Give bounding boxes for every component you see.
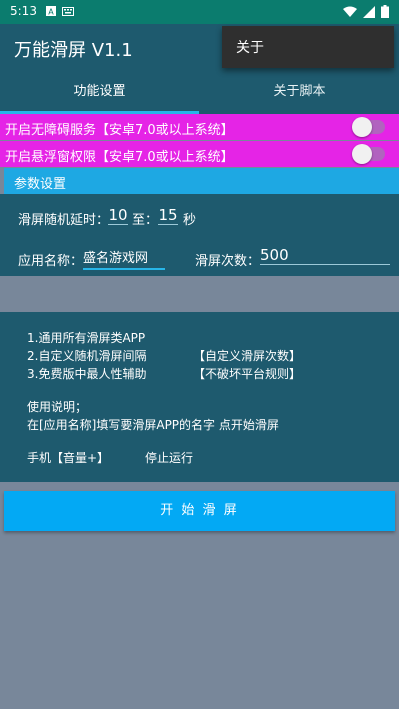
params-section-title: 参数设置 bbox=[14, 177, 67, 192]
usage-title: 使用说明； bbox=[27, 400, 88, 414]
feature-line-3-right: 【不破坏平台规则】 bbox=[193, 367, 302, 381]
seconds-label: 秒 bbox=[183, 213, 197, 228]
notification-a-icon: A bbox=[46, 6, 56, 16]
to-label: 至： bbox=[132, 213, 159, 228]
signal-icon bbox=[363, 5, 375, 18]
switch-thumb bbox=[352, 144, 372, 164]
overlay-toggle-label: 开启悬浮窗权限【安卓7.0或以上系统】 bbox=[5, 150, 234, 165]
accessibility-toggle-label: 开启无障碍服务【安卓7.0或以上系统】 bbox=[5, 123, 234, 138]
swipe-count-input[interactable]: 500 bbox=[260, 246, 390, 265]
overflow-menu: 关于 bbox=[222, 26, 394, 68]
usage-text: 在[应用名称]填写要滑屏APP的名字 点开始滑屏 bbox=[27, 418, 279, 432]
switch-thumb bbox=[352, 117, 372, 137]
params-panel: 滑屏随机延时： 10 至： 15 秒 应用名称： 盛名游戏网 滑屏次数： 500 bbox=[0, 194, 399, 276]
start-swipe-button[interactable]: 开 始 滑 屏 bbox=[4, 491, 395, 531]
swipe-count-label: 滑屏次数： bbox=[195, 254, 261, 269]
overlay-switch[interactable] bbox=[352, 144, 385, 164]
accessibility-toggle-row[interactable]: 开启无障碍服务【安卓7.0或以上系统】 bbox=[0, 114, 399, 140]
wifi-icon bbox=[343, 6, 357, 17]
tab-function-settings[interactable]: 功能设置 bbox=[0, 70, 199, 114]
menu-item-about[interactable]: 关于 bbox=[236, 37, 264, 57]
feature-line-2-right: 【自定义滑屏次数】 bbox=[193, 349, 302, 363]
status-bar: 5:13 A bbox=[0, 0, 399, 24]
hotkey-action: 停止运行 bbox=[145, 451, 194, 465]
delay-max-input[interactable]: 15 bbox=[158, 206, 178, 225]
app-name-label: 应用名称： bbox=[18, 254, 84, 269]
accessibility-switch[interactable] bbox=[352, 117, 385, 137]
overlay-toggle-row[interactable]: 开启悬浮窗权限【安卓7.0或以上系统】 bbox=[0, 141, 399, 167]
app-name-input[interactable]: 盛名游戏网 bbox=[83, 247, 165, 270]
feature-line-3: 3.免费版中最人性辅助 bbox=[27, 367, 147, 381]
status-left-icons: A bbox=[46, 6, 74, 16]
battery-icon bbox=[381, 5, 389, 18]
hotkey-label: 手机【音量+】 bbox=[27, 451, 110, 465]
status-right-icons bbox=[343, 5, 389, 18]
delay-label: 滑屏随机延时： bbox=[18, 213, 110, 228]
tab-about-script[interactable]: 关于脚本 bbox=[200, 70, 399, 114]
status-time: 5:13 bbox=[10, 4, 37, 18]
svg-text:A: A bbox=[48, 8, 54, 17]
keyboard-icon bbox=[62, 6, 74, 16]
feature-line-2: 2.自定义随机滑屏间隔 bbox=[27, 349, 147, 363]
tab-bar: 功能设置 关于脚本 bbox=[0, 70, 399, 114]
app-title: 万能滑屏 V1.1 bbox=[14, 40, 133, 61]
info-panel: 1.通用所有滑屏类APP 2.自定义随机滑屏间隔 【自定义滑屏次数】 3.免费版… bbox=[0, 312, 399, 482]
delay-min-input[interactable]: 10 bbox=[108, 206, 128, 225]
feature-line-1: 1.通用所有滑屏类APP bbox=[27, 331, 146, 345]
params-section-header: 参数设置 bbox=[4, 168, 399, 194]
